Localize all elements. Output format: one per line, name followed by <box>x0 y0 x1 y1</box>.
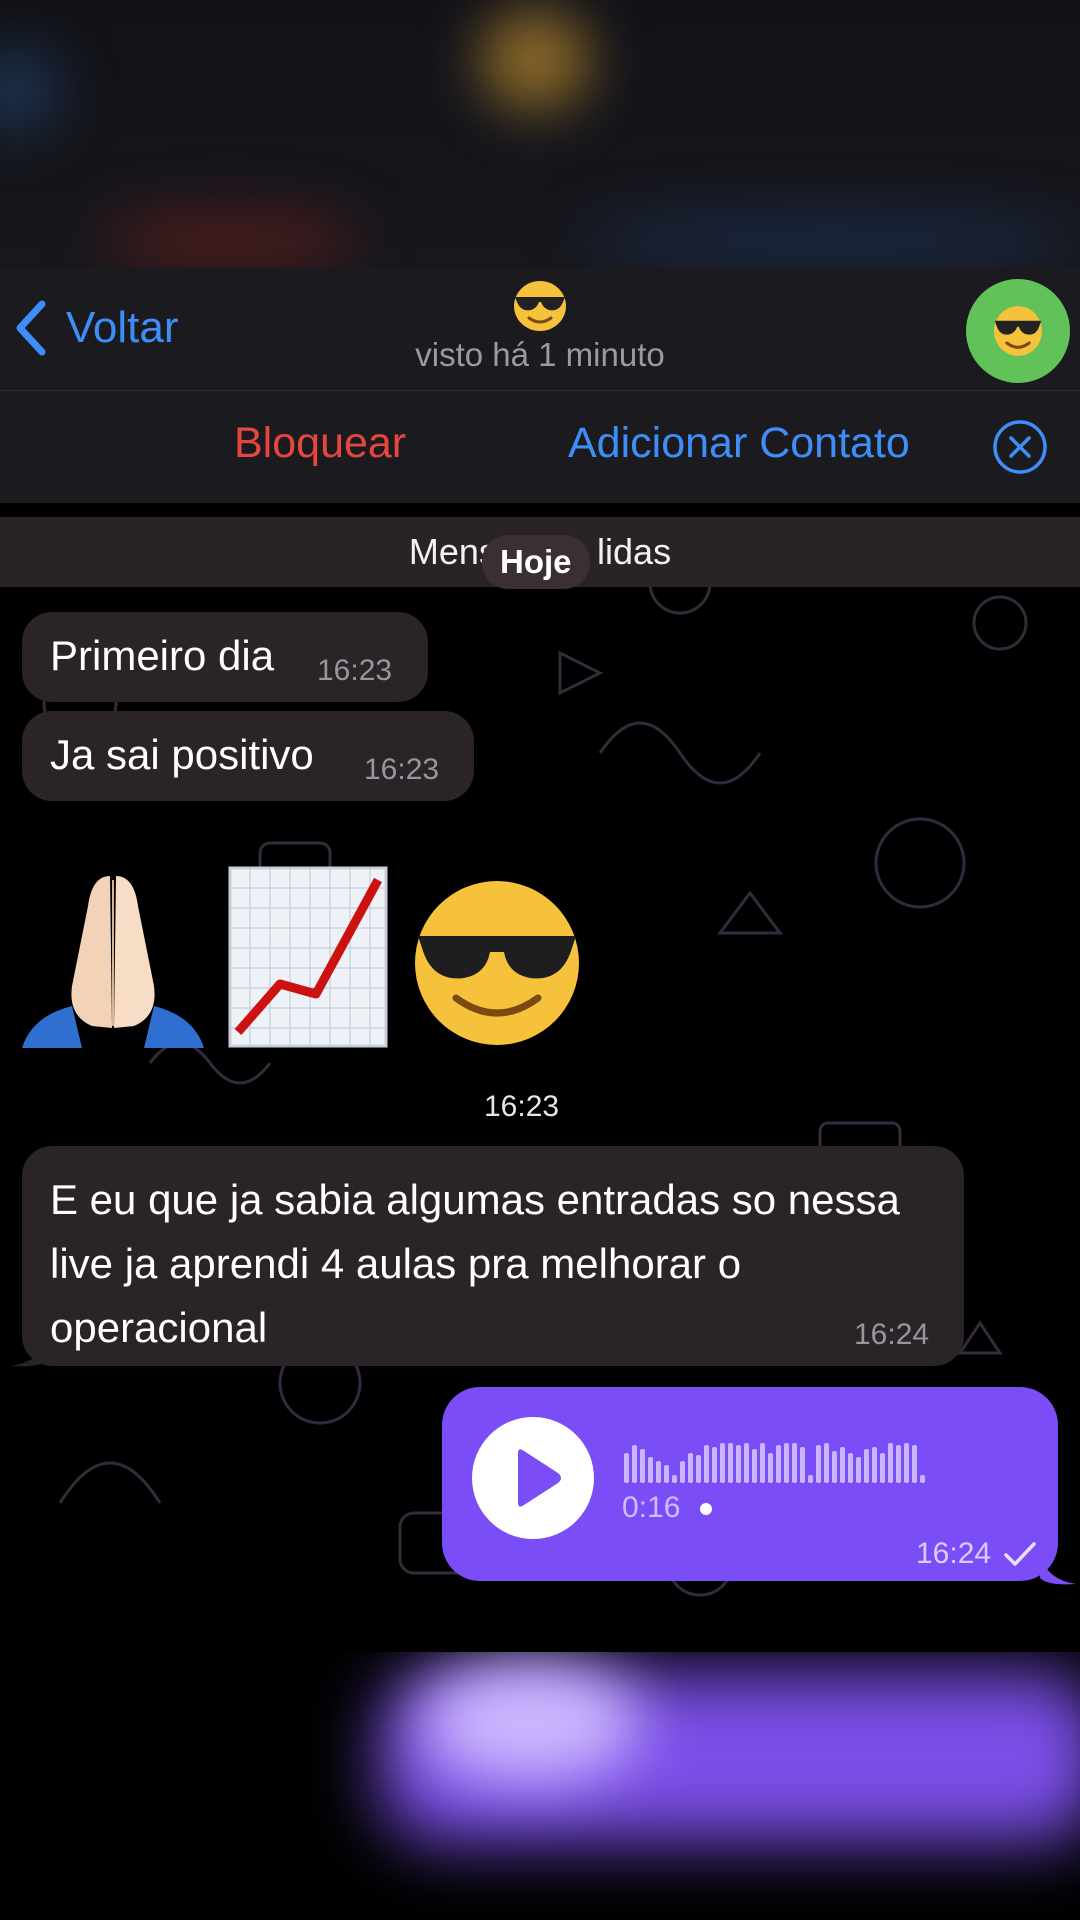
add-contact-button[interactable]: Adicionar Contato <box>568 419 910 468</box>
unplayed-dot <box>700 1503 712 1515</box>
waveform-bar <box>760 1443 765 1483</box>
incoming-message[interactable]: E eu que ja sabia algumas entradas so ne… <box>22 1146 964 1366</box>
waveform-bar <box>816 1445 821 1483</box>
waveform-bar <box>840 1447 845 1483</box>
blurred-input-area <box>0 1652 1080 1920</box>
waveform[interactable] <box>624 1437 925 1483</box>
chart-increasing-icon <box>228 866 388 1048</box>
play-icon <box>518 1449 561 1507</box>
waveform-bar <box>680 1461 685 1483</box>
message-time: 16:24 <box>916 1537 992 1570</box>
message-time: 16:23 <box>317 654 393 687</box>
check-icon <box>1004 1542 1036 1566</box>
message-text: E eu que ja sabia algumas entradas so ne… <box>50 1176 900 1351</box>
waveform-bar <box>768 1453 773 1483</box>
waveform-bar <box>864 1449 869 1483</box>
block-button[interactable]: Bloquear <box>234 419 406 468</box>
waveform-bar <box>688 1453 693 1483</box>
waveform-bar <box>832 1451 837 1483</box>
blurred-status-area <box>0 0 1080 268</box>
waveform-bar <box>744 1443 749 1483</box>
incoming-message[interactable]: Primeiro dia 16:23 <box>22 612 428 702</box>
waveform-bar <box>912 1445 917 1483</box>
message-time: 16:23 <box>484 1090 560 1123</box>
waveform-bar <box>696 1455 701 1483</box>
waveform-bar <box>824 1443 829 1483</box>
close-icon <box>993 420 1047 474</box>
waveform-bar <box>640 1449 645 1483</box>
waveform-bar <box>664 1465 669 1483</box>
waveform-bar <box>856 1457 861 1483</box>
waveform-bar <box>872 1447 877 1483</box>
bubble-tail <box>10 1338 50 1367</box>
sunglasses-face-icon <box>415 881 579 1045</box>
outgoing-voice-message[interactable]: 0:16 16:24 <box>442 1387 1058 1581</box>
waveform-bar <box>720 1443 725 1483</box>
waveform-bar <box>712 1447 717 1483</box>
waveform-bar <box>632 1445 637 1483</box>
date-separator: Hoje <box>482 535 590 589</box>
message-text: Ja sai positivo <box>50 731 314 778</box>
voice-duration: 0:16 <box>622 1491 681 1524</box>
message-time: 16:24 <box>854 1318 930 1351</box>
waveform-bar <box>792 1443 797 1483</box>
unknown-contact-actions: Bloquear Adicionar Contato <box>0 391 1080 503</box>
dismiss-button[interactable] <box>992 419 1048 475</box>
sunglasses-face-icon <box>994 306 1042 356</box>
waveform-bar <box>736 1445 741 1483</box>
waveform-bar <box>784 1443 789 1483</box>
waveform-bar <box>920 1475 925 1483</box>
contact-avatar[interactable] <box>966 279 1070 383</box>
waveform-bar <box>624 1453 629 1483</box>
waveform-bar <box>752 1449 757 1483</box>
waveform-bar <box>776 1445 781 1483</box>
message-time: 16:23 <box>364 753 440 786</box>
waveform-bar <box>888 1443 893 1483</box>
last-seen-status: visto há 1 minuto <box>415 336 665 373</box>
waveform-bar <box>704 1445 709 1483</box>
sunglasses-face-icon <box>514 281 566 331</box>
message-text: Primeiro dia <box>50 632 275 679</box>
waveform-bar <box>896 1445 901 1483</box>
folded-hands-icon <box>22 876 204 1048</box>
emoji-message[interactable] <box>22 866 582 1048</box>
incoming-message[interactable]: Ja sai positivo 16:23 <box>22 711 474 801</box>
waveform-bar <box>904 1443 909 1483</box>
waveform-bar <box>880 1453 885 1483</box>
waveform-bar <box>808 1475 813 1483</box>
waveform-bar <box>672 1475 677 1483</box>
waveform-bar <box>728 1443 733 1483</box>
contact-name-emoji[interactable] <box>505 280 575 332</box>
waveform-bar <box>848 1453 853 1483</box>
waveform-bar <box>648 1457 653 1483</box>
play-button[interactable] <box>472 1417 594 1539</box>
bubble-tail <box>1040 1556 1076 1585</box>
waveform-bar <box>656 1461 661 1483</box>
waveform-bar <box>800 1447 805 1483</box>
